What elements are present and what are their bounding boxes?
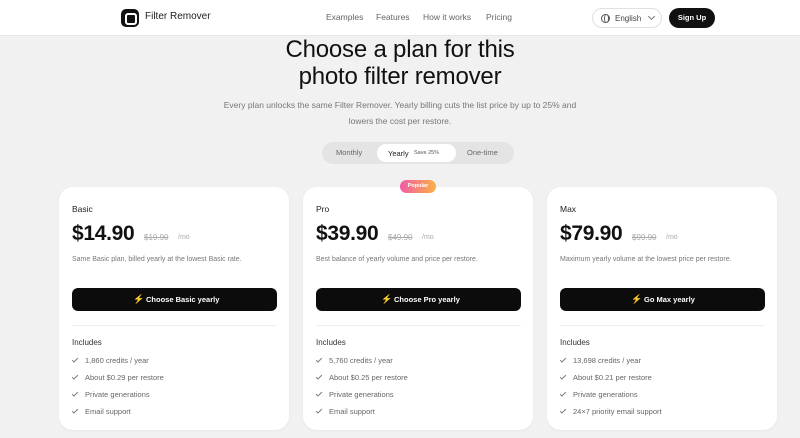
billing-option-yearly-label: Yearly bbox=[388, 149, 409, 158]
plan-name: Pro bbox=[316, 204, 330, 214]
choose-basic-yearly-button[interactable]: ⚡ Choose Basic yearly bbox=[72, 288, 277, 311]
feature-label: Private generations bbox=[85, 390, 150, 399]
feature-item: About $0.25 per restore bbox=[315, 373, 408, 382]
nav-link-how-it-works[interactable]: How it works bbox=[423, 12, 471, 22]
check-icon bbox=[71, 373, 79, 380]
page-title: Choose a plan for this photo filter remo… bbox=[0, 36, 800, 90]
save-badge: Save 25% bbox=[414, 150, 440, 156]
billing-period-toggle: Monthly Yearly Save 25% One-time bbox=[322, 142, 514, 164]
cta-label: Choose Basic yearly bbox=[146, 295, 220, 304]
billing-option-yearly[interactable]: Yearly Save 25% bbox=[377, 144, 456, 162]
feature-label: Email support bbox=[85, 407, 131, 416]
plan-description: Maximum yearly volume at the lowest pric… bbox=[560, 256, 732, 263]
plan-description: Same Basic plan, billed yearly at the lo… bbox=[72, 256, 242, 263]
divider bbox=[316, 325, 521, 326]
language-label: English bbox=[615, 14, 642, 23]
check-icon bbox=[315, 373, 323, 380]
divider bbox=[72, 325, 277, 326]
plan-price-period: /mo bbox=[666, 234, 678, 241]
nav-link-examples[interactable]: Examples bbox=[326, 12, 363, 22]
cta-label: Choose Pro yearly bbox=[394, 295, 460, 304]
feature-item: 24×7 priority email support bbox=[559, 407, 662, 416]
check-icon bbox=[315, 356, 323, 363]
go-max-yearly-button[interactable]: ⚡ Go Max yearly bbox=[560, 288, 765, 311]
lightning-icon: ⚡ bbox=[381, 294, 393, 304]
brand-name[interactable]: Filter Remover bbox=[145, 11, 211, 22]
feature-item: Private generations bbox=[315, 390, 394, 399]
globe-icon bbox=[601, 14, 610, 23]
check-icon bbox=[559, 356, 567, 363]
page-title-line-2: photo filter remover bbox=[298, 63, 502, 90]
feature-label: 5,760 credits / year bbox=[329, 356, 393, 365]
lightning-icon: ⚡ bbox=[631, 294, 643, 304]
check-icon bbox=[71, 407, 79, 414]
top-nav-bar: Filter Remover Examples Features How it … bbox=[0, 0, 800, 36]
choose-pro-yearly-button[interactable]: ⚡ Choose Pro yearly bbox=[316, 288, 521, 311]
feature-item: 5,760 credits / year bbox=[315, 356, 393, 365]
feature-item: 13,698 credits / year bbox=[559, 356, 641, 365]
plan-price: $14.90 bbox=[72, 222, 135, 245]
cta-label: Go Max yearly bbox=[644, 295, 695, 304]
feature-label: Email support bbox=[329, 407, 375, 416]
plan-old-price: $99.90 bbox=[632, 233, 657, 242]
feature-item: Private generations bbox=[559, 390, 638, 399]
lightning-icon: ⚡ bbox=[133, 294, 145, 304]
feature-label: About $0.25 per restore bbox=[329, 373, 408, 382]
nav-link-features[interactable]: Features bbox=[376, 12, 410, 22]
feature-item: Email support bbox=[315, 407, 375, 416]
sign-up-button[interactable]: Sign Up bbox=[669, 8, 715, 28]
check-icon bbox=[71, 356, 79, 363]
divider bbox=[560, 325, 765, 326]
plan-price: $79.90 bbox=[560, 222, 623, 245]
plan-price: $39.90 bbox=[316, 222, 379, 245]
page-title-line-1: Choose a plan for this bbox=[285, 36, 515, 63]
check-icon bbox=[71, 390, 79, 397]
page-subtitle-line-1: Every plan unlocks the same Filter Remov… bbox=[223, 100, 577, 110]
feature-label: 1,860 credits / year bbox=[85, 356, 149, 365]
feature-item: Private generations bbox=[71, 390, 150, 399]
includes-heading: Includes bbox=[316, 338, 346, 347]
feature-label: 13,698 credits / year bbox=[573, 356, 641, 365]
plan-description: Best balance of yearly volume and price … bbox=[316, 256, 478, 263]
plan-old-price: $19.90 bbox=[144, 233, 169, 242]
plan-name: Max bbox=[560, 204, 577, 214]
plan-card-max: Max $79.90 $99.90 /mo Maximum yearly vol… bbox=[547, 187, 777, 430]
check-icon bbox=[559, 373, 567, 380]
page-subtitle: Every plan unlocks the same Filter Remov… bbox=[222, 98, 578, 129]
billing-option-monthly[interactable]: Monthly bbox=[336, 148, 362, 157]
plan-card-basic: Basic $14.90 $19.90 /mo Same Basic plan,… bbox=[59, 187, 289, 430]
feature-item: About $0.29 per restore bbox=[71, 373, 164, 382]
feature-label: About $0.21 per restore bbox=[573, 373, 652, 382]
billing-option-one-time[interactable]: One-time bbox=[467, 148, 498, 157]
feature-item: Email support bbox=[71, 407, 131, 416]
language-selector[interactable]: English bbox=[592, 8, 662, 28]
popular-badge: Popular bbox=[400, 180, 436, 193]
nav-link-pricing[interactable]: Pricing bbox=[486, 12, 512, 22]
feature-label: 24×7 priority email support bbox=[573, 407, 662, 416]
check-icon bbox=[315, 407, 323, 414]
check-icon bbox=[315, 390, 323, 397]
includes-heading: Includes bbox=[560, 338, 590, 347]
plan-price-period: /mo bbox=[422, 234, 434, 241]
logo-icon[interactable] bbox=[121, 9, 139, 27]
feature-item: About $0.21 per restore bbox=[559, 373, 652, 382]
plan-old-price: $49.90 bbox=[388, 233, 413, 242]
plan-card-pro: Pro $39.90 $49.90 /mo Best balance of ye… bbox=[303, 187, 533, 430]
check-icon bbox=[559, 390, 567, 397]
plan-name: Basic bbox=[72, 204, 93, 214]
feature-item: 1,860 credits / year bbox=[71, 356, 149, 365]
feature-label: About $0.29 per restore bbox=[85, 373, 164, 382]
page-subtitle-line-2: lowers the cost per restore. bbox=[348, 115, 452, 126]
plan-price-period: /mo bbox=[178, 234, 190, 241]
check-icon bbox=[559, 407, 567, 414]
feature-label: Private generations bbox=[329, 390, 394, 399]
includes-heading: Includes bbox=[72, 338, 102, 347]
chevron-down-icon bbox=[647, 12, 656, 21]
feature-label: Private generations bbox=[573, 390, 638, 399]
